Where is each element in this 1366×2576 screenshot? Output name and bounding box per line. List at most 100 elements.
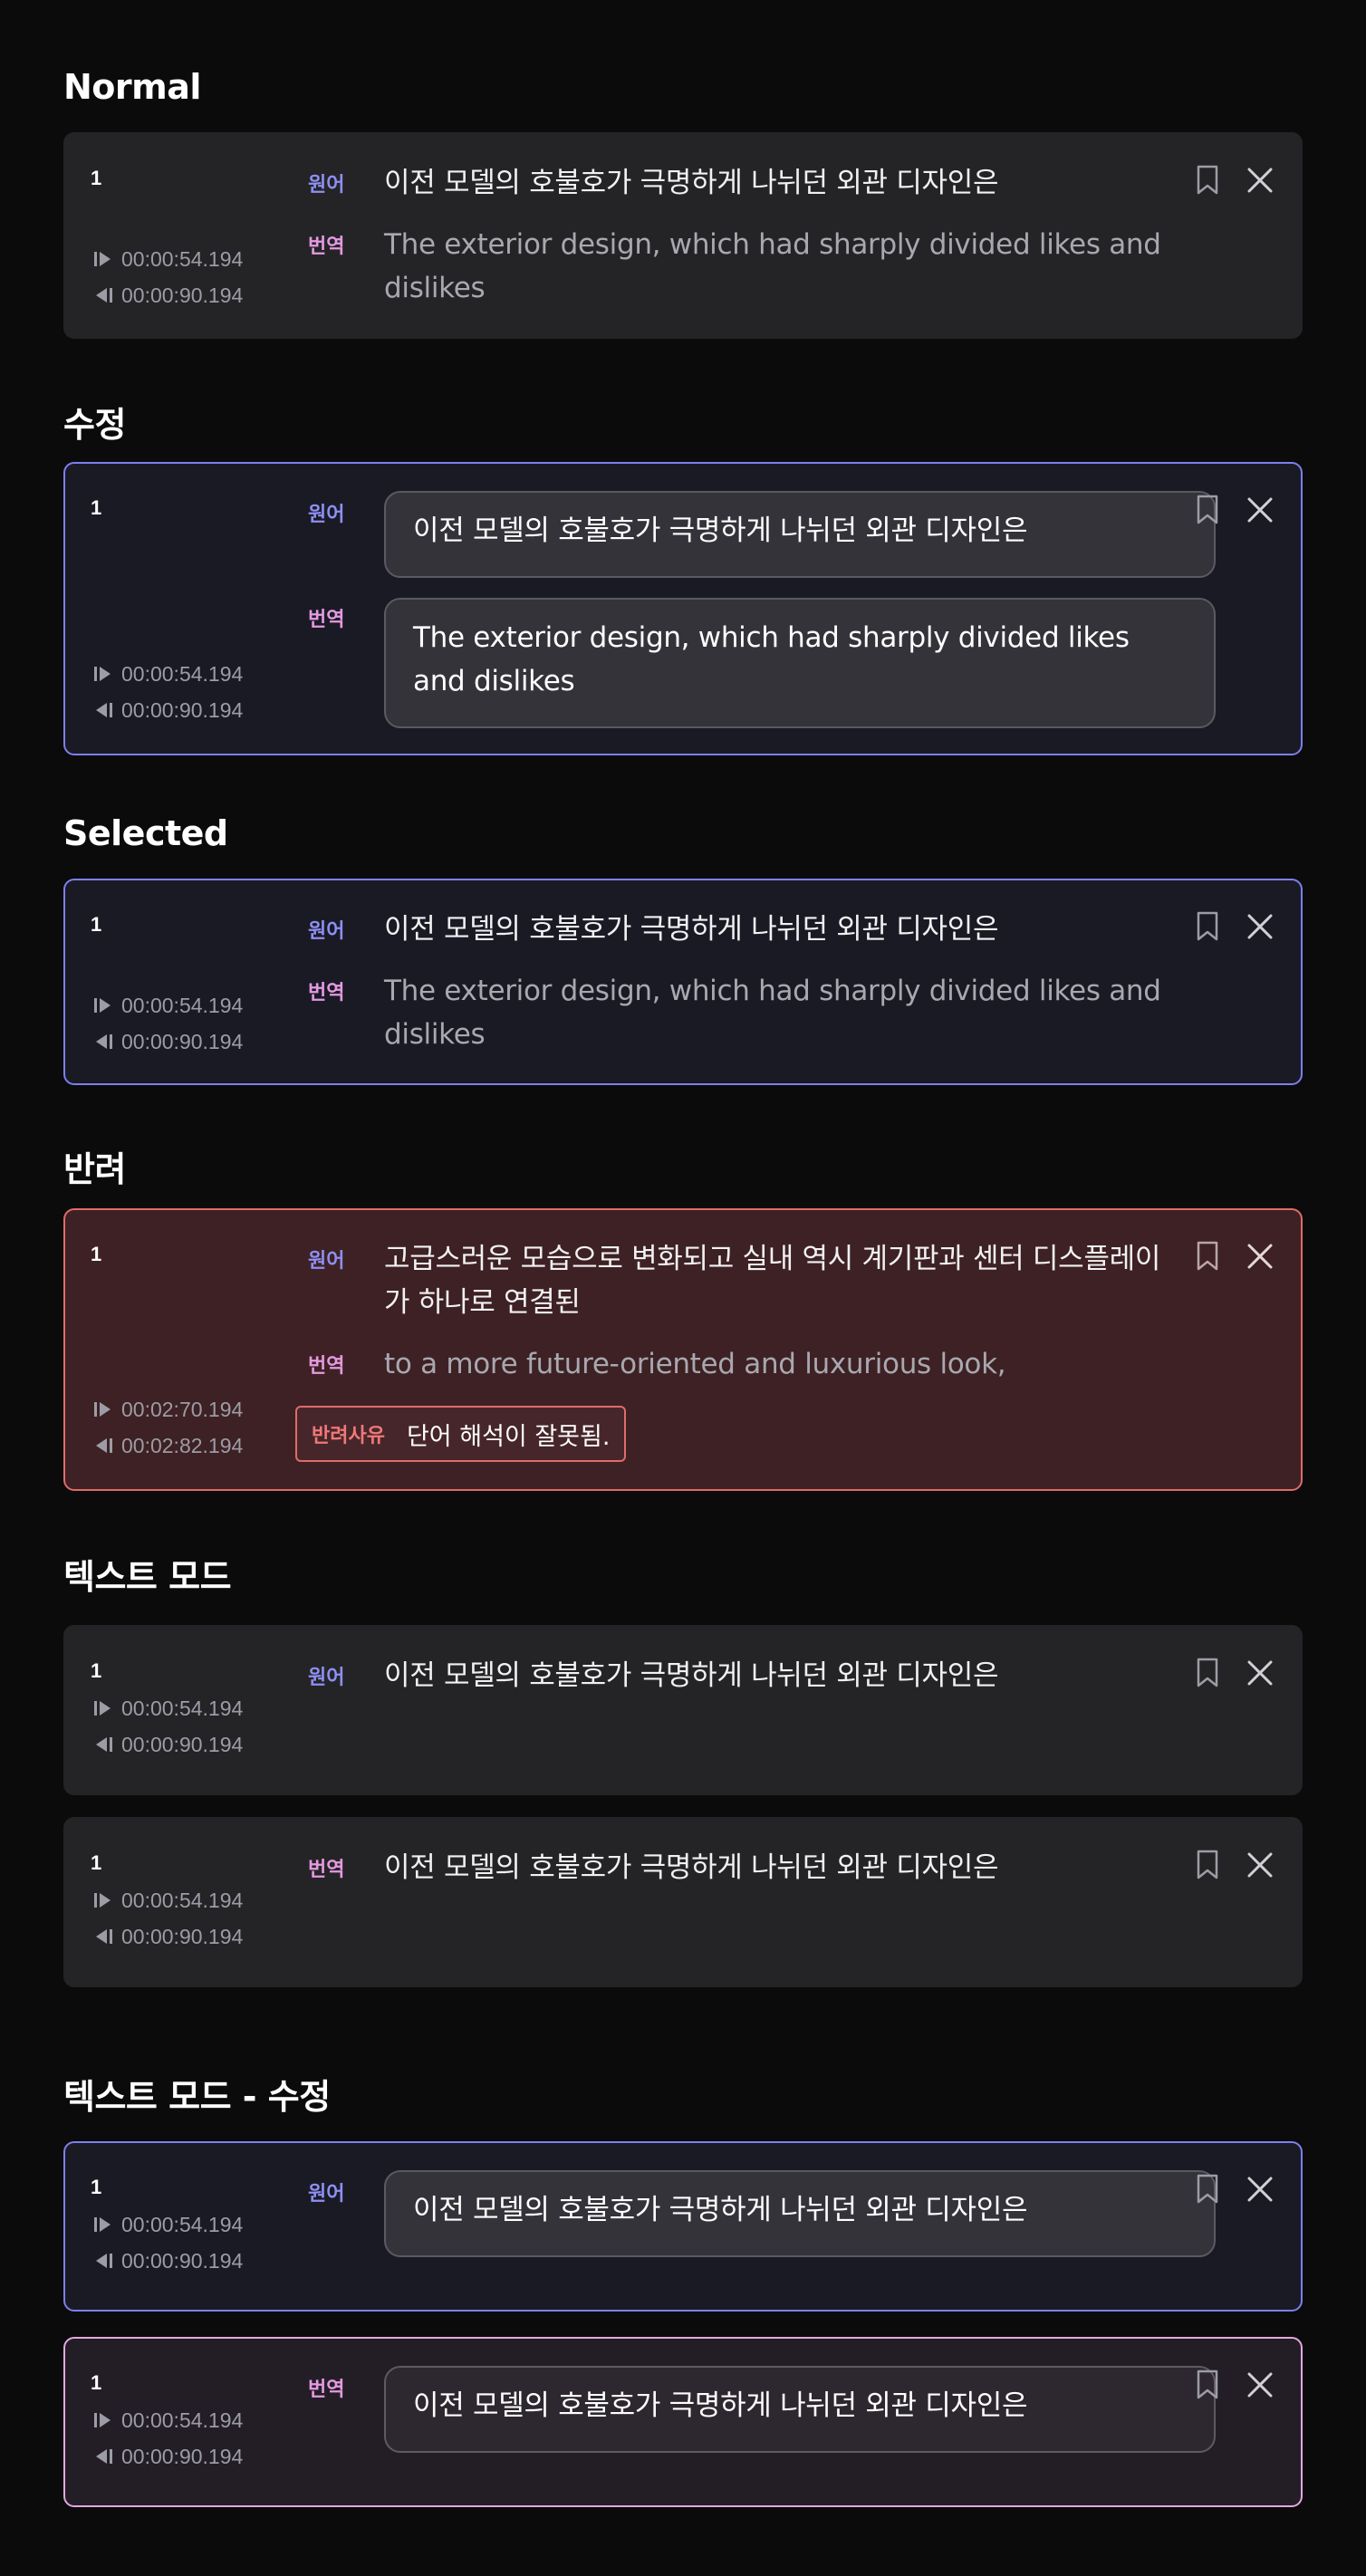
close-icon[interactable]	[1246, 913, 1274, 940]
play-end-icon	[96, 288, 112, 303]
start-time: 00:00:54.194	[121, 662, 244, 686]
start-time-row[interactable]: 00:00:54.194	[92, 2402, 243, 2438]
end-time-row[interactable]: 00:00:90.194	[92, 1024, 243, 1060]
bookmark-icon[interactable]	[1196, 2369, 1219, 2400]
timecodes: 00:00:54.194 00:00:90.194	[92, 987, 243, 1060]
play-start-icon	[94, 667, 111, 681]
start-time: 00:00:54.194	[121, 247, 244, 271]
subtitle-card-rejected[interactable]: 1 00:02:70.194 00:02:82.194 원어 고급스러운 모습으…	[63, 1208, 1303, 1491]
play-end-icon	[96, 2449, 112, 2464]
source-text[interactable]: 이전 모델의 호불호가 극명하게 나뉘던 외관 디자인은	[384, 1654, 1181, 1697]
source-text[interactable]: 이전 모델의 호불호가 극명하게 나뉘던 외관 디자인은	[384, 161, 1181, 205]
translation-edit-field[interactable]: 이전 모델의 호불호가 극명하게 나뉘던 외관 디자인은	[384, 2366, 1216, 2453]
source-edit-field[interactable]: 이전 모델의 호불호가 극명하게 나뉘던 외관 디자인은	[384, 2170, 1216, 2257]
section-title-selected: Selected	[63, 813, 228, 853]
start-time-row[interactable]: 00:00:54.194	[92, 1882, 243, 1918]
end-time: 00:00:90.194	[121, 284, 244, 307]
start-time-row[interactable]: 00:00:54.194	[92, 2206, 243, 2243]
play-end-icon	[96, 2254, 112, 2268]
end-time: 00:00:90.194	[121, 2445, 244, 2468]
close-icon[interactable]	[1246, 1851, 1274, 1879]
segment-index: 1	[91, 1659, 102, 1682]
subtitle-card-selected[interactable]: 1 00:00:54.194 00:00:90.194 원어 이전 모델의 호불…	[63, 879, 1303, 1085]
timecodes: 00:00:54.194 00:00:90.194	[92, 241, 243, 313]
start-time-row[interactable]: 00:00:54.194	[92, 987, 243, 1024]
end-time-row[interactable]: 00:00:90.194	[92, 2438, 243, 2475]
subtitle-card-normal[interactable]: 1 00:00:54.194 00:00:90.194 원어 이전 모델의 호불…	[63, 132, 1303, 339]
source-tag: 원어	[308, 2182, 345, 2205]
start-time: 00:00:54.194	[121, 994, 244, 1017]
play-start-icon	[94, 1701, 111, 1716]
translation-text[interactable]: The exterior design, which had sharply d…	[384, 223, 1181, 310]
end-time: 00:00:90.194	[121, 1030, 244, 1053]
timecodes: 00:02:70.194 00:02:82.194	[92, 1391, 243, 1464]
start-time: 00:00:54.194	[121, 2408, 244, 2432]
close-icon[interactable]	[1246, 1243, 1274, 1270]
play-end-icon	[96, 1929, 112, 1944]
subtitle-card-edit[interactable]: 1 00:00:54.194 00:00:90.194 원어 이전 모델의 호불…	[63, 462, 1303, 755]
segment-index: 1	[91, 913, 102, 936]
section-title-text-mode: 텍스트 모드	[63, 1557, 232, 1597]
start-time: 00:00:54.194	[121, 2213, 244, 2236]
end-time-row[interactable]: 00:02:82.194	[92, 1427, 243, 1464]
bookmark-icon[interactable]	[1196, 1850, 1219, 1880]
bookmark-icon[interactable]	[1196, 1658, 1219, 1688]
close-icon[interactable]	[1246, 2176, 1274, 2203]
segment-index: 1	[91, 2176, 102, 2198]
translation-text[interactable]: to a more future-oriented and luxurious …	[384, 1342, 1181, 1386]
text-mode-card-translation[interactable]: 1 00:00:54.194 00:00:90.194 번역 이전 모델의 호불…	[63, 1817, 1303, 1987]
source-tag: 원어	[308, 173, 345, 196]
translation-text[interactable]: 이전 모델의 호불호가 극명하게 나뉘던 외관 디자인은	[384, 1846, 1181, 1889]
start-time-row[interactable]: 00:00:54.194	[92, 241, 243, 277]
end-time: 00:02:82.194	[121, 1434, 244, 1457]
translation-tag: 번역	[308, 235, 345, 257]
text-mode-edit-card-source[interactable]: 1 00:00:54.194 00:00:90.194 원어 이전 모델의 호불…	[63, 2141, 1303, 2312]
end-time-row[interactable]: 00:00:90.194	[92, 692, 243, 728]
end-time-row[interactable]: 00:00:90.194	[92, 277, 243, 313]
translation-tag: 번역	[308, 981, 345, 1004]
translation-tag: 번역	[308, 1858, 345, 1880]
timecodes: 00:00:54.194 00:00:90.194	[92, 656, 243, 728]
translation-edit-field[interactable]: The exterior design, which had sharply d…	[384, 598, 1216, 728]
bookmark-icon[interactable]	[1196, 165, 1219, 196]
start-time-row[interactable]: 00:00:54.194	[92, 656, 243, 692]
close-icon[interactable]	[1246, 1659, 1274, 1687]
end-time-row[interactable]: 00:00:90.194	[92, 1918, 243, 1955]
timecodes: 00:00:54.194 00:00:90.194	[92, 2402, 243, 2475]
start-time: 00:00:54.194	[121, 1697, 244, 1720]
start-time-row[interactable]: 00:02:70.194	[92, 1391, 243, 1427]
end-time: 00:00:90.194	[121, 2249, 244, 2273]
start-time: 00:00:54.194	[121, 1889, 244, 1912]
bookmark-icon[interactable]	[1196, 495, 1219, 525]
timecodes: 00:00:54.194 00:00:90.194	[92, 1882, 243, 1955]
close-icon[interactable]	[1246, 2371, 1274, 2398]
close-icon[interactable]	[1246, 167, 1274, 194]
translation-text[interactable]: The exterior design, which had sharply d…	[384, 969, 1181, 1056]
end-time: 00:00:90.194	[121, 1925, 244, 1948]
play-start-icon	[94, 252, 111, 266]
bookmark-icon[interactable]	[1196, 911, 1219, 942]
translation-tag: 번역	[308, 1354, 345, 1377]
source-text[interactable]: 고급스러운 모습으로 변화되고 실내 역시 계기판과 센터 디스플레이가 하나로…	[384, 1237, 1181, 1324]
source-edit-field[interactable]: 이전 모델의 호불호가 극명하게 나뉘던 외관 디자인은	[384, 491, 1216, 578]
segment-index: 1	[91, 2371, 102, 2394]
end-time-row[interactable]: 00:00:90.194	[92, 2243, 243, 2279]
text-mode-card-source[interactable]: 1 00:00:54.194 00:00:90.194 원어 이전 모델의 호불…	[63, 1625, 1303, 1795]
bookmark-icon[interactable]	[1196, 2174, 1219, 2205]
segment-index: 1	[91, 496, 102, 519]
section-title-text-mode-edit: 텍스트 모드 - 수정	[63, 2077, 331, 2117]
text-mode-edit-card-translation[interactable]: 1 00:00:54.194 00:00:90.194 번역 이전 모델의 호불…	[63, 2337, 1303, 2507]
reject-reason-text: 단어 해석이 잘못됨.	[406, 1422, 611, 1451]
end-time-row[interactable]: 00:00:90.194	[92, 1726, 243, 1763]
play-start-icon	[94, 2413, 111, 2427]
segment-index: 1	[91, 1243, 102, 1265]
reject-reason-box: 반려사유 단어 해석이 잘못됨.	[295, 1406, 627, 1462]
start-time-row[interactable]: 00:00:54.194	[92, 1690, 243, 1726]
source-text[interactable]: 이전 모델의 호불호가 극명하게 나뉘던 외관 디자인은	[384, 908, 1181, 951]
close-icon[interactable]	[1246, 496, 1274, 524]
end-time: 00:00:90.194	[121, 1733, 244, 1756]
section-title-edit: 수정	[63, 405, 126, 445]
source-tag: 원어	[308, 1249, 345, 1272]
bookmark-icon[interactable]	[1196, 1241, 1219, 1272]
source-tag: 원어	[308, 503, 345, 525]
